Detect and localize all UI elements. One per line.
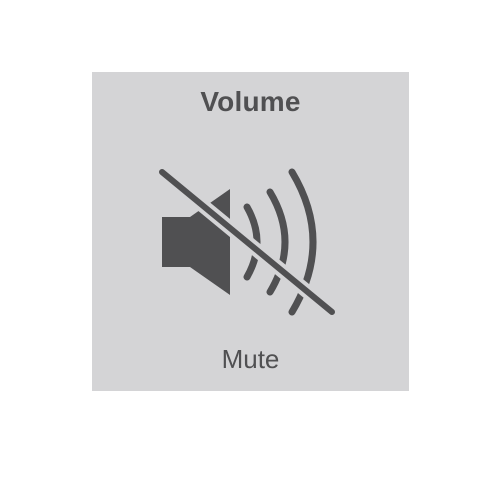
speaker-muted-icon [142, 165, 342, 319]
volume-hud: Volume Mute [92, 72, 409, 391]
hud-title: Volume [200, 86, 301, 117]
hud-status-label: Mute [221, 344, 280, 374]
